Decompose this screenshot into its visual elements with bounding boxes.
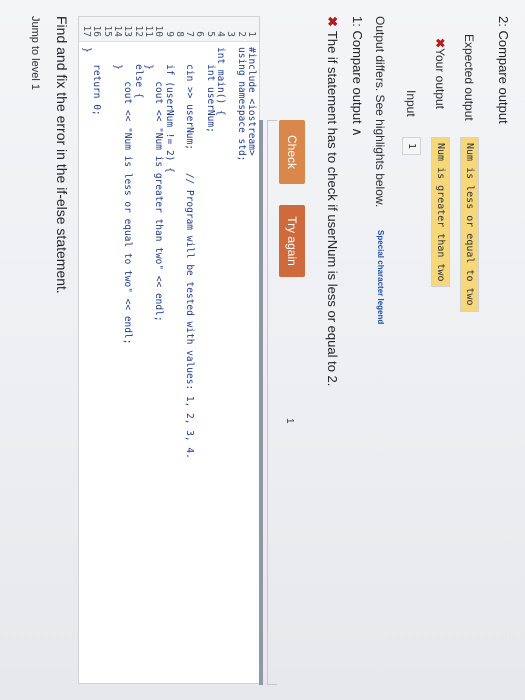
output-differs-text: Output differs. See highlights below. (373, 16, 387, 208)
line-number: 1 (246, 31, 257, 37)
code-line[interactable]: cout << "Num is greater than two" << end… (153, 47, 164, 321)
line-number: 17 (81, 25, 93, 37)
code-line[interactable]: int main() { (215, 47, 226, 116)
line-number: 4 (215, 31, 227, 37)
instructions-text: Find and fix the error in the if-else st… (54, 16, 70, 294)
line-number: 13 (122, 25, 134, 37)
code-line[interactable]: } (143, 47, 154, 70)
code-line[interactable]: int userNum; (205, 47, 216, 133)
compare-output-2-heading[interactable]: 2: Compare output (496, 16, 511, 124)
failure-message: ✖ The if statement has to check if userNu… (324, 16, 340, 386)
line-number: 14 (112, 25, 124, 37)
try-again-button[interactable]: Try again (279, 205, 305, 277)
code-editor[interactable]: 1 #include <iostream> 2 using namespace std… (78, 16, 260, 684)
your-output-value: Num is greater than two (431, 137, 450, 288)
expected-output-label: Expected output (462, 34, 476, 121)
check-button[interactable]: Check (279, 120, 305, 184)
check-count: 1 (284, 418, 295, 424)
line-number: 15 (101, 25, 113, 37)
code-line[interactable]: using namespace std; (236, 47, 247, 161)
code-line[interactable]: return 0; (92, 47, 103, 115)
line-number: 2 (235, 31, 247, 37)
rotated-page: Jump to level 1 Find and fix the error i… (0, 0, 525, 700)
input-label: Input (404, 90, 418, 117)
jump-to-level-link[interactable]: Jump to level 1 (29, 16, 41, 90)
code-line[interactable]: cin >> userNum; // Program will be teste… (184, 47, 195, 459)
line-number: 3 (225, 31, 237, 37)
line-number: 7 (184, 31, 196, 37)
line-number: 10 (153, 25, 165, 37)
special-character-legend-link[interactable]: Special character legend (376, 230, 385, 324)
code-line[interactable]: #include <iostream> (246, 47, 257, 156)
failure-text: The if statement has to check if userNum… (325, 30, 340, 387)
code-line[interactable]: } (112, 47, 123, 70)
line-number: 16 (91, 25, 103, 37)
your-output-label: ✖Your output (433, 38, 447, 109)
compare-output-toggle[interactable]: 1: Compare output ∧ (349, 16, 365, 137)
line-number: 9 (163, 31, 175, 37)
code-line[interactable]: cout << "Num is less or equal to two" <<… (122, 47, 133, 344)
line-number: 11 (143, 25, 154, 37)
code-line[interactable]: else { (133, 47, 144, 98)
line-number: 6 (194, 31, 206, 37)
expected-output-value: Num is less or equal to two (460, 137, 479, 312)
progress-bar (259, 120, 263, 685)
line-number: 5 (204, 31, 216, 37)
line-number: 8 (173, 31, 185, 37)
fail-x-icon: ✖ (325, 16, 340, 27)
your-output-label-text: Your output (433, 48, 447, 110)
line-number: 12 (132, 25, 144, 37)
error-x-icon: ✖ (433, 38, 447, 49)
code-line[interactable]: } (81, 47, 92, 53)
progress-track (267, 120, 277, 685)
code-line[interactable]: if (userNum != 2) { (164, 47, 175, 173)
input-value: 1 (402, 137, 421, 156)
